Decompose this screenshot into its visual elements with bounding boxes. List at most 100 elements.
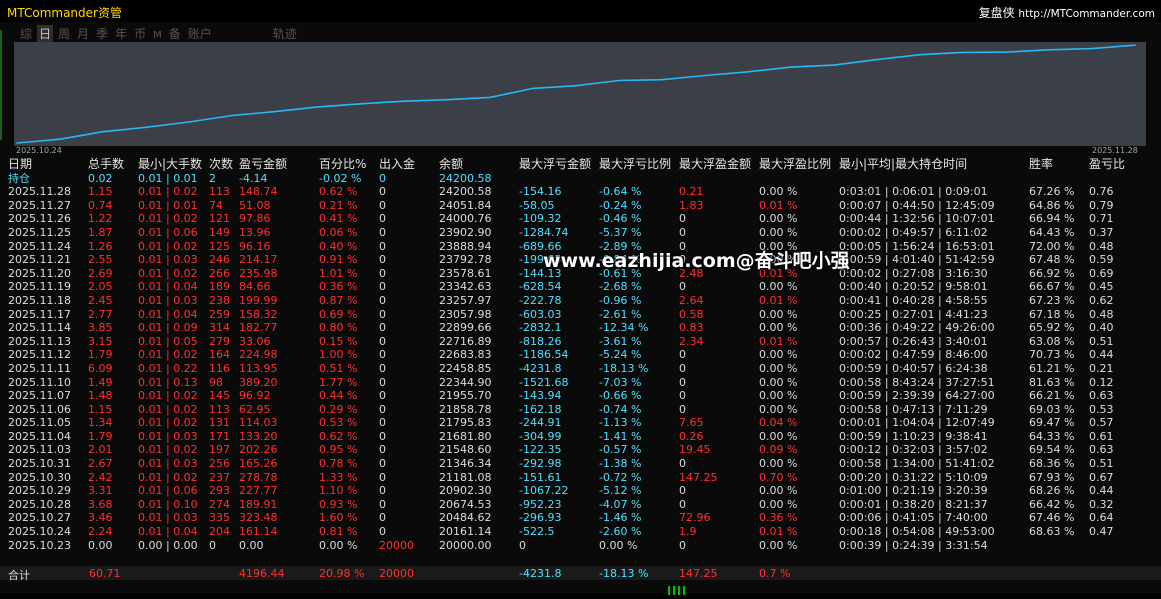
table-cell: 0.01 | 0.02 (138, 402, 198, 416)
equity-point (575, 84, 577, 87)
table-row[interactable]: 2025.11.04 1.79 0.01 | 0.03 171 133.20 0.62 %… (6, 430, 1131, 444)
table-cell: 0.00 % (759, 497, 798, 511)
brand-url[interactable]: http://MTCommander.com (1018, 8, 1155, 20)
tab-7[interactable]: M (151, 30, 164, 41)
table-cell: -1521.68 (519, 375, 569, 389)
table-cell: 0.00 % (599, 538, 638, 552)
table-row[interactable]: 2025.11.10 1.49 0.01 | 0.13 98 389.20 1.77 % 0… (6, 376, 1131, 390)
position-row: 持仓 0.02 0.01 | 0.01 2 -4.14 -0.02 % 0 24200.58 (6, 172, 1131, 186)
tab-2[interactable]: 周 (56, 25, 72, 42)
table-cell: 145 (209, 389, 230, 403)
table-row[interactable]: 2025.10.29 3.31 0.01 | 0.06 293 227.77 1.10 %… (6, 484, 1131, 498)
column-header[interactable]: 最大浮亏比例 (597, 157, 677, 172)
table-row[interactable]: 2025.11.26 1.22 0.01 | 0.02 121 97.86 0.41 % 0… (6, 212, 1131, 226)
column-header[interactable]: 总手数 (86, 157, 136, 172)
tab-8[interactable]: 备 (167, 25, 183, 42)
table-row[interactable]: 2025.10.24 2.24 0.01 | 0.04 204 161.14 0.81 %… (6, 525, 1131, 539)
table-cell: 0.00 % (759, 185, 798, 199)
table-cell: 1.77 % (319, 375, 358, 389)
column-header[interactable]: 最小|平均|最大持仓时间 (837, 157, 1027, 172)
table-cell: 23257.97 (439, 293, 492, 307)
column-header[interactable]: 盈亏比 (1087, 157, 1131, 172)
table-cell: -4.07 % (599, 497, 642, 511)
tab-0[interactable]: 综 (18, 25, 34, 42)
table-cell: 0.01 | 0.03 (138, 293, 198, 307)
tab-9[interactable]: 账户 (186, 25, 214, 42)
table-cell: 0.01 % (759, 198, 798, 212)
table-row[interactable]: 2025.11.11 6.09 0.01 | 0.22 116 113.95 0.51 %… (6, 362, 1131, 376)
equity-point (231, 114, 233, 117)
table-row[interactable]: 2025.10.31 2.67 0.01 | 0.03 256 165.26 0.78 %… (6, 457, 1131, 471)
column-header[interactable]: 出入金 (377, 157, 437, 172)
table-row[interactable]: 2025.11.03 2.01 0.01 | 0.02 197 202.26 0.95 %… (6, 443, 1131, 457)
tab-4[interactable]: 季 (94, 25, 110, 42)
table-cell: 182.77 (239, 321, 278, 335)
column-header[interactable]: 盈亏金额 (237, 157, 317, 172)
totals-lots: 60.71 (89, 567, 121, 580)
table-cell: 20000 (379, 538, 414, 552)
tab-3[interactable]: 月 (75, 25, 91, 42)
tab-1[interactable]: 日 (37, 25, 54, 42)
table-cell: 0.15 % (319, 334, 358, 348)
table-cell: -143.94 (519, 389, 562, 403)
table-row[interactable]: 2025.11.13 3.15 0.01 | 0.05 279 33.06 0.15 % 0… (6, 335, 1131, 349)
table-cell: 96.16 (239, 239, 271, 253)
table-row[interactable]: 2025.10.23 0.00 0.00 | 0.00 0 0.00 0.00 % 2000… (6, 539, 1131, 553)
table-cell (597, 172, 677, 186)
table-row[interactable]: 2025.10.27 3.46 0.01 | 0.03 335 323.48 1.60 %… (6, 511, 1131, 525)
table-cell: 20902.30 (439, 484, 492, 498)
table-row[interactable]: 2025.10.28 3.68 0.01 | 0.10 274 189.91 0.93 %… (6, 498, 1131, 512)
table-cell: 0 (679, 497, 686, 511)
table-cell: 3.31 (88, 484, 113, 498)
column-header[interactable]: 最大浮盈金额 (677, 157, 757, 172)
table-row[interactable]: 2025.11.27 0.74 0.01 | 0.01 74 51.08 0.21 % 0 2… (6, 199, 1131, 213)
table-cell: 1.48 (88, 389, 113, 403)
column-header[interactable]: 最小|大手数 (136, 157, 207, 172)
table-cell: 23792.78 (439, 253, 492, 267)
column-header[interactable]: 次数 (207, 157, 237, 172)
table-row[interactable]: 2025.11.06 1.15 0.01 | 0.02 113 62.95 0.29 % 0… (6, 403, 1131, 417)
table-cell: -162.18 (519, 402, 562, 416)
column-header[interactable]: 余额 (437, 157, 517, 172)
table-cell: -603.03 (519, 307, 562, 321)
tab-10[interactable]: 轨迹 (271, 25, 299, 42)
table-row[interactable]: 2025.11.28 1.15 0.01 | 0.02 113 148.74 0.62 %… (6, 185, 1131, 199)
table-cell: 0.69 (1089, 266, 1114, 280)
table-row[interactable]: 2025.11.17 2.77 0.01 | 0.04 259 158.32 0.69 %… (6, 308, 1131, 322)
tab-5[interactable]: 年 (113, 25, 129, 42)
column-header[interactable]: 胜率 (1027, 157, 1087, 172)
column-header[interactable]: 最大浮盈比例 (757, 157, 837, 172)
table-row[interactable]: 2025.11.14 3.85 0.01 | 0.09 314 182.77 0.80 %… (6, 321, 1131, 335)
table-row[interactable]: 2025.11.05 1.34 0.01 | 0.02 131 114.03 0.53 %… (6, 416, 1131, 430)
table-cell: 0.00 % (759, 538, 798, 552)
table-cell: 0 (379, 334, 386, 348)
tab-6[interactable]: 币 (132, 25, 148, 42)
table-cell: -818.26 (519, 334, 562, 348)
column-header[interactable]: 日期 (6, 157, 86, 172)
table-cell: 0.00 % (759, 389, 798, 403)
table-row[interactable]: 2025.11.19 2.05 0.01 | 0.04 189 84.66 0.36 % 0… (6, 280, 1131, 294)
equity-line (16, 44, 1136, 144)
table-cell: 0.00 % (759, 361, 798, 375)
table-row[interactable]: 2025.11.18 2.45 0.01 | 0.03 238 199.99 0.87 %… (6, 294, 1131, 308)
equity-point (360, 103, 362, 105)
table-cell: 0.01 % (759, 525, 798, 539)
table-cell: 0.01 % (759, 293, 798, 307)
table-cell: 0 (679, 484, 686, 498)
table-cell: 67.18 % (1029, 307, 1075, 321)
table-cell: 0 (379, 307, 386, 321)
table-row[interactable]: 2025.11.12 1.79 0.01 | 0.02 164 224.98 1.00 %… (6, 348, 1131, 362)
table-cell: 0.01 | 0.06 (138, 225, 198, 239)
column-header[interactable]: 百分比% (317, 157, 377, 172)
table-cell: -522.5 (519, 525, 555, 539)
table-row[interactable]: 2025.11.25 1.87 0.01 | 0.06 149 13.96 0.06 % 0… (6, 226, 1131, 240)
table-cell: 0:00:20 | 0:31:22 | 5:10:09 (839, 470, 988, 484)
table-cell: 0.57 (1089, 416, 1114, 430)
column-header[interactable]: 最大浮亏金额 (517, 157, 597, 172)
table-cell: 0 (379, 293, 386, 307)
table-row[interactable]: 2025.11.07 1.48 0.01 | 0.02 145 96.92 0.44 % 0… (6, 389, 1131, 403)
table-cell: 21858.78 (439, 402, 492, 416)
table-cell: 7.65 (679, 416, 704, 430)
table-row[interactable]: 2025.10.30 2.42 0.01 | 0.02 237 278.78 1.33 %… (6, 471, 1131, 485)
table-cell: 2025.11.04 (8, 429, 71, 443)
